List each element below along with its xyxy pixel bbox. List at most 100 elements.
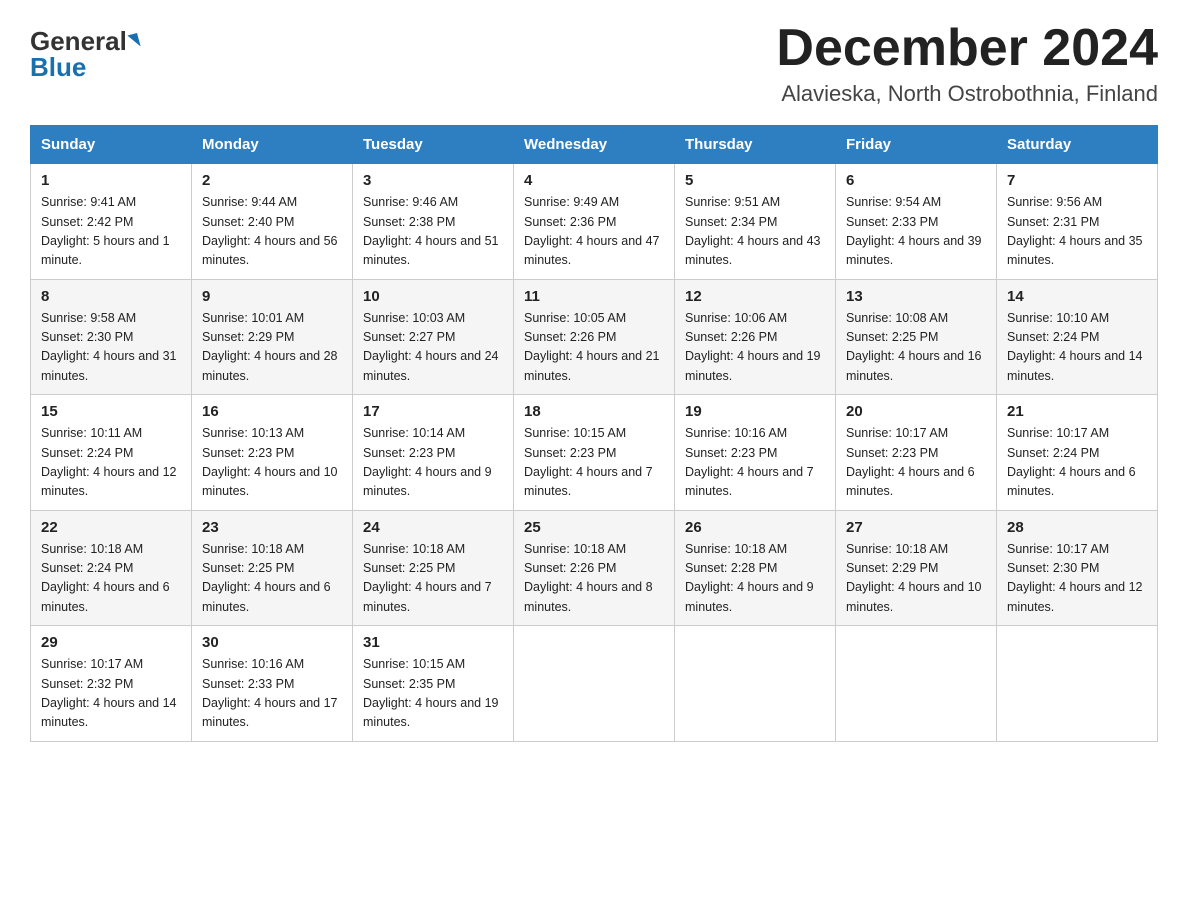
calendar-cell: 4 Sunrise: 9:49 AMSunset: 2:36 PMDaylight… (514, 164, 675, 280)
day-info: Sunrise: 10:13 AMSunset: 2:23 PMDaylight… (202, 424, 342, 502)
calendar-cell: 5 Sunrise: 9:51 AMSunset: 2:34 PMDaylight… (675, 164, 836, 280)
day-info: Sunrise: 10:18 AMSunset: 2:29 PMDaylight… (846, 540, 986, 618)
day-number: 19 (685, 403, 825, 420)
day-info: Sunrise: 9:54 AMSunset: 2:33 PMDaylight:… (846, 193, 986, 271)
day-number: 21 (1007, 403, 1147, 420)
day-info: Sunrise: 10:10 AMSunset: 2:24 PMDaylight… (1007, 309, 1147, 387)
day-number: 7 (1007, 172, 1147, 189)
calendar-cell: 1Sunrise: 9:41 AMSunset: 2:42 PMDaylight… (31, 164, 192, 280)
day-info: Sunrise: 10:18 AMSunset: 2:26 PMDaylight… (524, 540, 664, 618)
calendar-cell: 24 Sunrise: 10:18 AMSunset: 2:25 PMDaylig… (353, 510, 514, 626)
month-title: December 2024 (776, 20, 1158, 77)
day-info: Sunrise: 9:56 AMSunset: 2:31 PMDaylight:… (1007, 193, 1147, 271)
calendar-header-saturday: Saturday (997, 126, 1158, 164)
day-info: Sunrise: 10:11 AMSunset: 2:24 PMDaylight… (41, 424, 181, 502)
calendar-table: SundayMondayTuesdayWednesdayThursdayFrid… (30, 125, 1158, 742)
page-header: General Blue December 2024 Alavieska, No… (30, 20, 1158, 107)
calendar-cell: 16Sunrise: 10:13 AMSunset: 2:23 PMDaylig… (192, 395, 353, 511)
calendar-cell: 21 Sunrise: 10:17 AMSunset: 2:24 PMDaylig… (997, 395, 1158, 511)
calendar-header-wednesday: Wednesday (514, 126, 675, 164)
calendar-cell: 30 Sunrise: 10:16 AMSunset: 2:33 PMDaylig… (192, 626, 353, 742)
calendar-cell: 19Sunrise: 10:16 AMSunset: 2:23 PMDaylig… (675, 395, 836, 511)
day-info: Sunrise: 10:18 AMSunset: 2:28 PMDaylight… (685, 540, 825, 618)
calendar-cell: 10 Sunrise: 10:03 AMSunset: 2:27 PMDaylig… (353, 279, 514, 395)
day-number: 28 (1007, 519, 1147, 536)
day-number: 25 (524, 519, 664, 536)
day-info: Sunrise: 10:01 AMSunset: 2:29 PMDaylight… (202, 309, 342, 387)
calendar-header-row: SundayMondayTuesdayWednesdayThursdayFrid… (31, 126, 1158, 164)
day-info: Sunrise: 10:17 AMSunset: 2:23 PMDaylight… (846, 424, 986, 502)
calendar-header-friday: Friday (836, 126, 997, 164)
title-block: December 2024 Alavieska, North Ostroboth… (776, 20, 1158, 107)
day-number: 5 (685, 172, 825, 189)
logo-triangle-icon (127, 33, 140, 49)
day-number: 13 (846, 288, 986, 305)
calendar-cell (836, 626, 997, 742)
day-number: 4 (524, 172, 664, 189)
calendar-cell: 6 Sunrise: 9:54 AMSunset: 2:33 PMDaylight… (836, 164, 997, 280)
day-info: Sunrise: 9:44 AMSunset: 2:40 PMDaylight:… (202, 193, 342, 271)
logo: General Blue (30, 20, 139, 80)
day-info: Sunrise: 10:14 AMSunset: 2:23 PMDaylight… (363, 424, 503, 502)
calendar-header-thursday: Thursday (675, 126, 836, 164)
day-info: Sunrise: 10:15 AMSunset: 2:35 PMDaylight… (363, 655, 503, 733)
calendar-cell: 14 Sunrise: 10:10 AMSunset: 2:24 PMDaylig… (997, 279, 1158, 395)
day-number: 18 (524, 403, 664, 420)
calendar-cell: 29Sunrise: 10:17 AMSunset: 2:32 PMDaylig… (31, 626, 192, 742)
day-info: Sunrise: 9:58 AMSunset: 2:30 PMDaylight:… (41, 309, 181, 387)
day-info: Sunrise: 10:03 AMSunset: 2:27 PMDaylight… (363, 309, 503, 387)
day-info: Sunrise: 9:51 AMSunset: 2:34 PMDaylight:… (685, 193, 825, 271)
day-number: 15 (41, 403, 181, 420)
calendar-cell: 9 Sunrise: 10:01 AMSunset: 2:29 PMDayligh… (192, 279, 353, 395)
calendar-cell: 31 Sunrise: 10:15 AMSunset: 2:35 PMDaylig… (353, 626, 514, 742)
calendar-cell: 28 Sunrise: 10:17 AMSunset: 2:30 PMDaylig… (997, 510, 1158, 626)
day-info: Sunrise: 10:06 AMSunset: 2:26 PMDaylight… (685, 309, 825, 387)
calendar-cell: 15 Sunrise: 10:11 AMSunset: 2:24 PMDaylig… (31, 395, 192, 511)
day-info: Sunrise: 10:16 AMSunset: 2:33 PMDaylight… (202, 655, 342, 733)
calendar-cell: 23Sunrise: 10:18 AMSunset: 2:25 PMDaylig… (192, 510, 353, 626)
logo-blue-text: Blue (30, 54, 86, 80)
calendar-cell: 8Sunrise: 9:58 AMSunset: 2:30 PMDaylight… (31, 279, 192, 395)
day-number: 9 (202, 288, 342, 305)
day-number: 10 (363, 288, 503, 305)
day-number: 26 (685, 519, 825, 536)
calendar-week-row: 1Sunrise: 9:41 AMSunset: 2:42 PMDaylight… (31, 164, 1158, 280)
day-info: Sunrise: 10:08 AMSunset: 2:25 PMDaylight… (846, 309, 986, 387)
calendar-cell: 26 Sunrise: 10:18 AMSunset: 2:28 PMDaylig… (675, 510, 836, 626)
location-title: Alavieska, North Ostrobothnia, Finland (776, 81, 1158, 107)
calendar-cell: 17 Sunrise: 10:14 AMSunset: 2:23 PMDaylig… (353, 395, 514, 511)
calendar-cell (514, 626, 675, 742)
day-number: 6 (846, 172, 986, 189)
day-info: Sunrise: 10:17 AMSunset: 2:30 PMDaylight… (1007, 540, 1147, 618)
day-info: Sunrise: 10:18 AMSunset: 2:25 PMDaylight… (363, 540, 503, 618)
day-number: 12 (685, 288, 825, 305)
day-info: Sunrise: 10:05 AMSunset: 2:26 PMDaylight… (524, 309, 664, 387)
calendar-header-monday: Monday (192, 126, 353, 164)
day-number: 20 (846, 403, 986, 420)
day-number: 3 (363, 172, 503, 189)
calendar-week-row: 8Sunrise: 9:58 AMSunset: 2:30 PMDaylight… (31, 279, 1158, 395)
calendar-cell: 11Sunrise: 10:05 AMSunset: 2:26 PMDaylig… (514, 279, 675, 395)
logo-general-text: General (30, 28, 127, 54)
day-number: 17 (363, 403, 503, 420)
day-info: Sunrise: 9:49 AMSunset: 2:36 PMDaylight:… (524, 193, 664, 271)
day-info: Sunrise: 10:17 AMSunset: 2:24 PMDaylight… (1007, 424, 1147, 502)
calendar-header-sunday: Sunday (31, 126, 192, 164)
day-number: 14 (1007, 288, 1147, 305)
calendar-cell: 27 Sunrise: 10:18 AMSunset: 2:29 PMDaylig… (836, 510, 997, 626)
day-number: 30 (202, 634, 342, 651)
calendar-cell: 22Sunrise: 10:18 AMSunset: 2:24 PMDaylig… (31, 510, 192, 626)
calendar-cell: 13 Sunrise: 10:08 AMSunset: 2:25 PMDaylig… (836, 279, 997, 395)
calendar-header-tuesday: Tuesday (353, 126, 514, 164)
calendar-cell: 18 Sunrise: 10:15 AMSunset: 2:23 PMDaylig… (514, 395, 675, 511)
calendar-week-row: 29Sunrise: 10:17 AMSunset: 2:32 PMDaylig… (31, 626, 1158, 742)
calendar-cell: 25 Sunrise: 10:18 AMSunset: 2:26 PMDaylig… (514, 510, 675, 626)
day-number: 31 (363, 634, 503, 651)
calendar-cell: 20 Sunrise: 10:17 AMSunset: 2:23 PMDaylig… (836, 395, 997, 511)
day-number: 23 (202, 519, 342, 536)
day-number: 27 (846, 519, 986, 536)
calendar-cell (675, 626, 836, 742)
day-number: 1 (41, 172, 181, 189)
day-number: 24 (363, 519, 503, 536)
day-info: Sunrise: 10:15 AMSunset: 2:23 PMDaylight… (524, 424, 664, 502)
